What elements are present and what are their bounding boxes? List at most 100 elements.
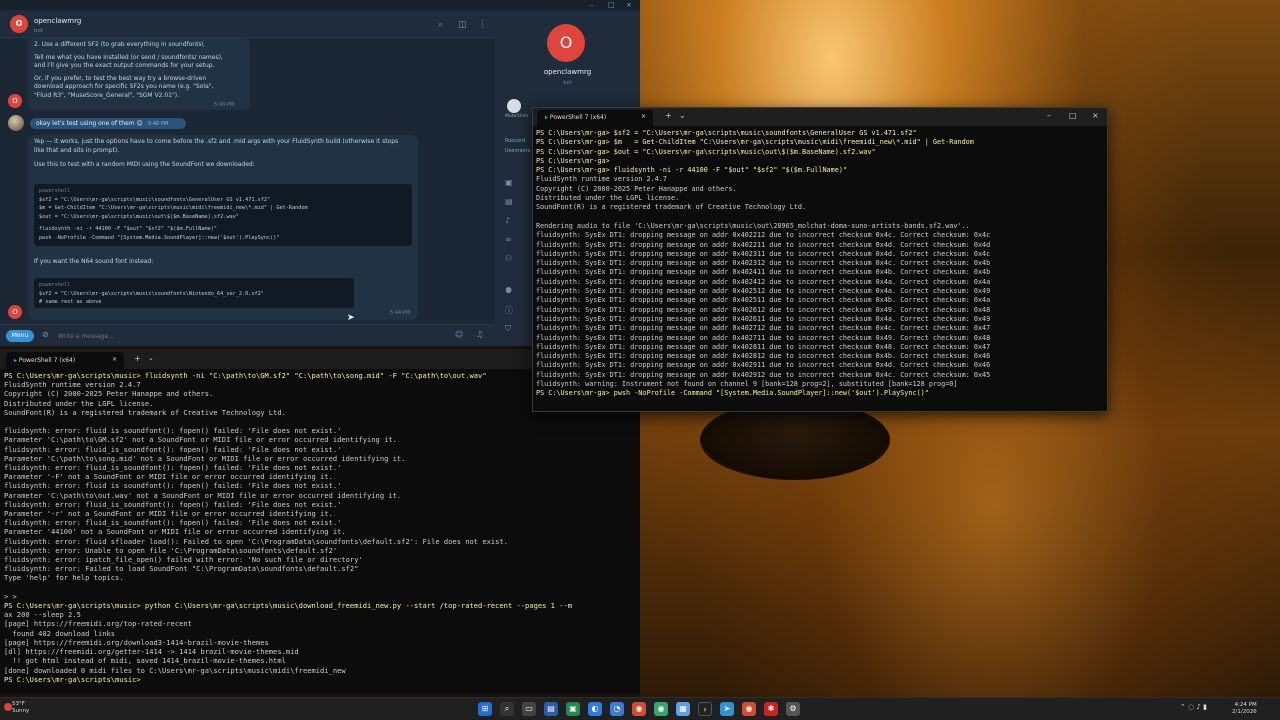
weather-widget[interactable]: 53°F Sunny bbox=[4, 701, 30, 715]
terminal-output[interactable]: PS C:\Users\mr-ga> $sf2 = "C:\Users\mr-g… bbox=[536, 129, 1102, 411]
tab-title: PowerShell 7 (x64) bbox=[18, 357, 76, 364]
terminal-line: fluidsynth: SysEx DT1: dropping message … bbox=[536, 342, 991, 351]
start-menu-icon[interactable]: ⊞ bbox=[478, 702, 492, 716]
app-icon[interactable]: ▣ bbox=[566, 702, 580, 716]
code-line: $m = Get-ChildItem "C:\Users\mr-ga\scrip… bbox=[39, 205, 308, 212]
app-icon[interactable]: ◉ bbox=[654, 702, 668, 716]
groups-icon[interactable]: ⚇ bbox=[505, 254, 512, 263]
message-line: Yep — it works, just the options have to… bbox=[34, 138, 399, 145]
profile-name: openclawmrg bbox=[543, 68, 592, 76]
terminal-line: found 402 download links bbox=[4, 628, 116, 638]
task-view-icon[interactable]: ▭ bbox=[522, 702, 536, 716]
terminal-line: Parameter 'C:\path\to\GM.sf2' not a Soun… bbox=[4, 435, 397, 445]
bot-avatar[interactable]: O bbox=[8, 305, 22, 319]
minimize-icon[interactable]: – bbox=[590, 1, 594, 9]
code-line: fluidsynth -ni -r 44100 -F "$out" "$sf2"… bbox=[39, 226, 218, 233]
terminal-line: PS C:\Users\mr-ga\scripts\music> python … bbox=[4, 601, 573, 611]
sidebar-toggle-icon[interactable]: ◫ bbox=[458, 20, 467, 30]
terminal-line: fluidsynth: error: fluid_is_soundfont():… bbox=[4, 463, 342, 473]
terminal-line: fluidsynth: error: fluid is soundfont():… bbox=[4, 481, 342, 491]
search-icon[interactable]: ⌕ bbox=[500, 702, 514, 716]
maximize-icon[interactable]: □ bbox=[608, 1, 615, 9]
code-line: $sf2 = "C:\Users\mr-ga\scripts\music\sou… bbox=[39, 290, 264, 297]
terminal-tab[interactable]: ▸ PowerShell 7 (x64) × bbox=[537, 110, 653, 126]
terminal-line: fluidsynth: error: fluid_is_soundfont():… bbox=[4, 499, 342, 509]
settings-icon[interactable]: ⚙ bbox=[786, 702, 800, 716]
message-time: 5:40 PM bbox=[214, 102, 235, 108]
emoji-icon[interactable]: ☺ bbox=[455, 330, 463, 339]
terminal-line: PS C:\Users\mr-ga> bbox=[536, 156, 610, 165]
more-options-icon[interactable]: ⋮ bbox=[478, 20, 487, 30]
message-line: download approach for specific SF2s you … bbox=[34, 83, 214, 90]
clock[interactable]: 4:24 PM 2/1/2026 bbox=[1232, 702, 1257, 716]
attach-icon[interactable]: ⊘ bbox=[42, 330, 49, 339]
message-line: 2. Use a different SF2 (to grab everythi… bbox=[34, 41, 204, 48]
terminal-line: Parameter '44100' not a SoundFont or MID… bbox=[4, 527, 346, 537]
minimize-icon[interactable]: – bbox=[1047, 111, 1051, 120]
new-tab-icon[interactable]: + bbox=[665, 111, 672, 120]
terminal-output[interactable]: PS C:\Users\mr-ga\scripts\music> fluidsy… bbox=[4, 371, 636, 691]
files-icon[interactable]: ▤ bbox=[505, 197, 513, 206]
media-icon[interactable]: ▣ bbox=[505, 178, 513, 187]
message-text: okay let's test using one of them 😊 bbox=[36, 120, 143, 127]
info-icon[interactable]: ⓘ bbox=[505, 305, 513, 316]
message-line: Or, if you prefer, to test the best way … bbox=[34, 74, 207, 82]
weather-text: Sunny bbox=[12, 708, 30, 714]
menu-button[interactable]: Menu bbox=[6, 330, 34, 342]
terminal-line: Parameter 'C:\path\to\song.mid' not a So… bbox=[4, 453, 406, 463]
terminal-line: PS C:\Users\mr-ga\scripts\music> bbox=[4, 674, 141, 684]
add-user-icon[interactable]: ⚉ bbox=[505, 286, 512, 295]
bot-avatar[interactable]: O bbox=[8, 94, 22, 108]
tab-dropdown-icon[interactable]: ⌄ bbox=[148, 354, 154, 362]
terminal-line: FluidSynth runtime version 2.4.7 bbox=[536, 175, 667, 184]
code-block[interactable]: powershell $sf2 = "C:\Users\mr-ga\script… bbox=[34, 184, 412, 246]
terminal-line: fluidsynth: SysEx DT1: dropping message … bbox=[536, 324, 991, 333]
close-icon[interactable]: × bbox=[1092, 111, 1099, 120]
system-tray-icons[interactable]: ⌃ ◌ ♪ ▮ bbox=[1180, 703, 1207, 711]
terminal-line: fluidsynth: SysEx DT1: dropping message … bbox=[536, 314, 991, 323]
edge-icon[interactable]: ◐ bbox=[588, 702, 602, 716]
terminal-line: Parameter '-r' not a SoundFont or MIDI f… bbox=[4, 509, 333, 519]
user-avatar[interactable] bbox=[8, 115, 24, 131]
terminal-line: fluidsynth: error: ipatch_file_open() fa… bbox=[4, 555, 363, 565]
terminal-tab[interactable]: ▸ PowerShell 7 (x64) × bbox=[6, 352, 124, 369]
close-icon[interactable]: × bbox=[626, 1, 632, 9]
file-explorer-icon[interactable]: ▤ bbox=[544, 702, 558, 716]
contact-name[interactable]: openclawmrg bbox=[34, 17, 81, 25]
weather-temp: 53°F bbox=[12, 701, 25, 707]
chrome-icon[interactable]: ◉ bbox=[632, 702, 646, 716]
tab-dropdown-icon[interactable]: ⌄ bbox=[679, 111, 686, 120]
terminal-line: > > bbox=[4, 591, 17, 601]
terminal-line: fluidsynth: SysEx DT1: dropping message … bbox=[536, 333, 991, 342]
maximize-icon[interactable]: □ bbox=[1069, 111, 1077, 120]
close-tab-icon[interactable]: × bbox=[641, 113, 646, 120]
audio-icon[interactable]: ♪ bbox=[505, 216, 510, 225]
message-input[interactable] bbox=[58, 330, 438, 342]
app-icon[interactable]: ▦ bbox=[676, 702, 690, 716]
code-block[interactable]: powershell $sf2 = "C:\Users\mr-ga\script… bbox=[34, 278, 354, 308]
telegram-icon[interactable]: ➤ bbox=[720, 702, 734, 716]
terminal-line: [page] https://freemidi.org/top-rated-re… bbox=[4, 619, 192, 629]
contact-avatar[interactable]: O bbox=[10, 15, 28, 33]
close-tab-icon[interactable]: × bbox=[112, 356, 117, 363]
terminal-line: PS C:\Users\mr-ga> fluidsynth -ni -r 441… bbox=[536, 166, 847, 175]
search-icon[interactable]: ⌕ bbox=[438, 20, 443, 30]
terminal-line: fluidsynth: SysEx DT1: dropping message … bbox=[536, 352, 991, 361]
compose-bar: Menu ⊘ ☺ ♫ bbox=[0, 324, 495, 346]
code-line: $out = "C:\Users\mr-ga\scripts\music\out… bbox=[39, 213, 239, 220]
mute-icon[interactable] bbox=[507, 99, 521, 113]
app-icon[interactable]: ✱ bbox=[764, 702, 778, 716]
links-icon[interactable]: ∞ bbox=[505, 235, 512, 244]
terminal-line: Parameter 'C:\path\to\out.wav' not a Sou… bbox=[4, 490, 402, 500]
microphone-icon[interactable]: ♫ bbox=[476, 330, 483, 339]
terminal-line: fluidsynth: error: Failed to load SoundF… bbox=[4, 564, 359, 574]
terminal-line: [done] downloaded 0 midi files to C:\Use… bbox=[4, 665, 346, 675]
terminal-line: Rendering audio to file 'C:\Users\mr-ga\… bbox=[536, 221, 970, 230]
new-tab-icon[interactable]: + bbox=[134, 354, 141, 363]
shield-icon[interactable]: ⛉ bbox=[505, 324, 511, 334]
profile-avatar[interactable]: O bbox=[547, 24, 585, 62]
app-icon[interactable]: ◔ bbox=[610, 702, 624, 716]
terminal-icon[interactable]: › bbox=[698, 702, 712, 716]
chrome-icon[interactable]: ◉ bbox=[742, 702, 756, 716]
